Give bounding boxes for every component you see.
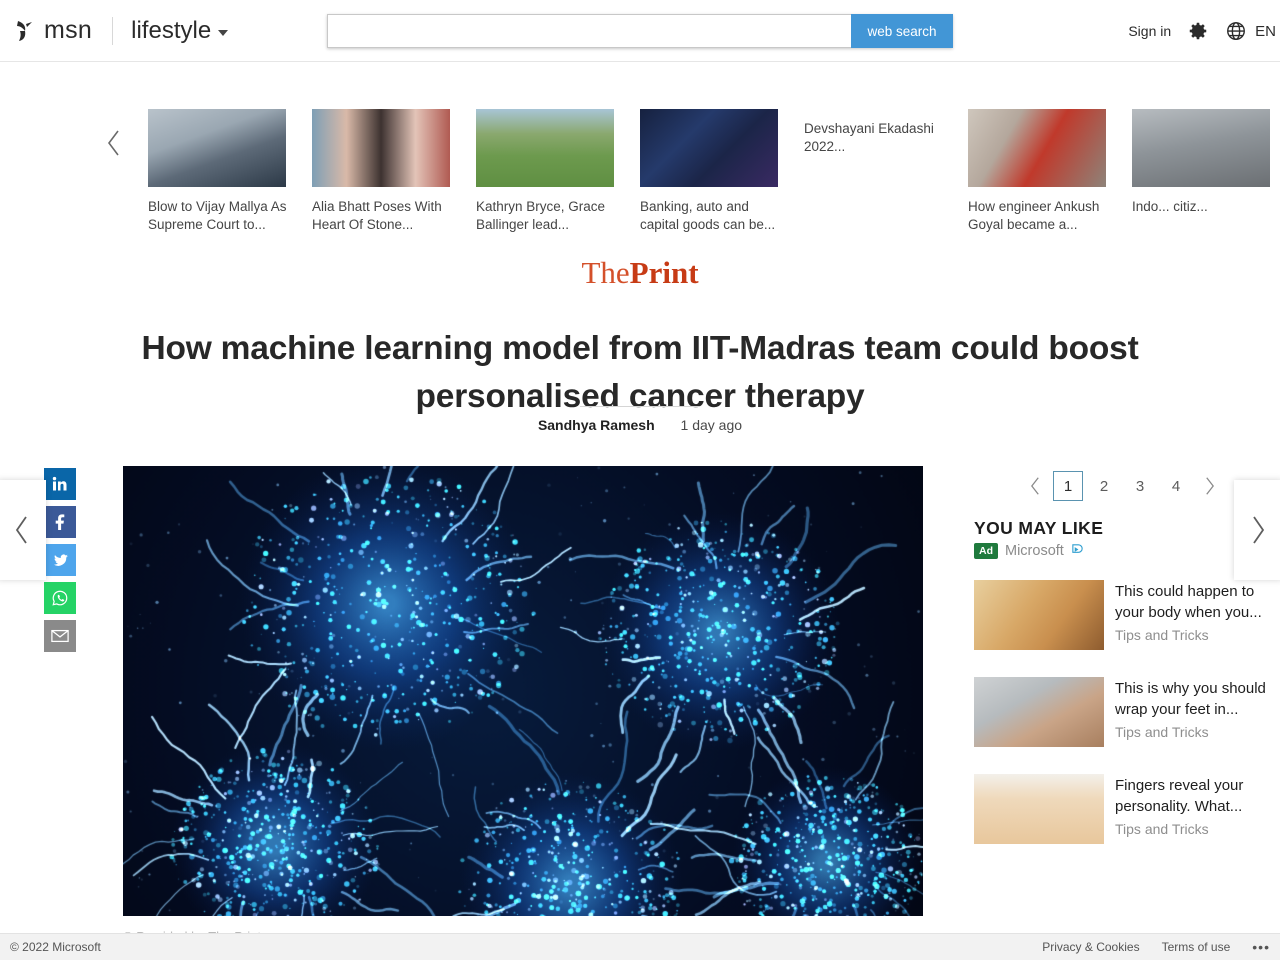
carousel-item-thumbnail [968,109,1106,187]
header-divider [112,16,114,45]
sponsored-ad-text: Fingers reveal your personality. What...… [1115,774,1274,844]
whatsapp-share-button[interactable] [44,582,76,614]
msn-brand[interactable]: msn [12,16,92,45]
sponsored-ad-list: This could happen to your body when you.… [974,580,1274,844]
carousel-item-title: Blow to Vijay Mallya As Supreme Court to… [148,199,287,232]
email-share-button[interactable] [44,620,76,652]
terms-of-use-link[interactable]: Terms of use [1162,940,1231,954]
carousel-item[interactable]: Kathryn Bryce, Grace Ballinger lead... [476,109,618,234]
globe-icon[interactable] [1225,20,1247,42]
carousel-item[interactable]: Blow to Vijay Mallya As Supreme Court to… [148,109,290,234]
vertical-selector[interactable]: lifestyle [131,16,229,45]
pagination-page-3[interactable]: 3 [1125,471,1155,501]
carousel-item-title: Devshayani Ekadashi 2022... [804,121,934,154]
carousel-item-thumbnail [312,109,450,187]
carousel-item-title: How engineer Ankush Goyal became a... [968,199,1100,232]
sponsored-ad-text: This could happen to your body when you.… [1115,580,1274,650]
sponsored-ad-text: This is why you should wrap your feet in… [1115,677,1274,747]
article-timestamp: 1 day ago [680,417,743,433]
footer-links: Privacy & Cookies Terms of use ••• [1042,939,1270,955]
header-actions: Sign in EN [1128,0,1280,62]
pagination-next-button[interactable] [1194,468,1224,504]
carousel-item[interactable]: Banking, auto and capital goods can be..… [640,109,782,234]
msn-butterfly-icon [12,18,38,44]
publisher-name-part2: Print [629,255,699,290]
search-container: web search [327,14,953,48]
sponsored-ad-item[interactable]: Fingers reveal your personality. What...… [974,774,1274,844]
sponsored-ad-headline: This is why you should wrap your feet in… [1115,680,1266,718]
carousel-item-title: Banking, auto and capital goods can be..… [640,199,776,232]
next-article-button[interactable] [1234,480,1280,580]
chevron-down-icon [218,30,229,36]
pagination-prev-button[interactable] [1020,468,1050,504]
more-options-icon[interactable]: ••• [1252,939,1270,955]
carousel-item-thumbnail [1132,109,1270,187]
pagination-page-2[interactable]: 2 [1089,471,1119,501]
cancer-cells-microscopy-image [123,466,923,916]
privacy-cookies-link[interactable]: Privacy & Cookies [1042,940,1139,954]
previous-article-button[interactable] [0,480,46,580]
sponsored-ad-thumbnail [974,580,1104,650]
site-header: msn lifestyle web search Sign in EN [0,0,1280,62]
top-stories-carousel: Blow to Vijay Mallya As Supreme Court to… [0,63,1280,248]
carousel-item-title: Indo... citiz... [1132,199,1208,214]
sponsored-ad-headline: This could happen to your body when you.… [1115,583,1262,621]
carousel-prev-button[interactable] [96,113,132,173]
copyright-text: © 2022 Microsoft [10,940,101,954]
publisher-name-part1: The [581,255,630,290]
sign-in-link[interactable]: Sign in [1128,23,1171,39]
sponsored-ad-source: Tips and Tricks [1115,627,1209,643]
language-label[interactable]: EN [1255,23,1276,40]
sponsored-ad-source: Tips and Tricks [1115,821,1209,837]
web-search-button[interactable]: web search [851,14,953,48]
site-footer: © 2022 Microsoft Privacy & Cookies Terms… [0,933,1280,960]
gear-icon[interactable] [1187,20,1209,42]
ad-badge: Ad [974,543,998,559]
carousel-track: Blow to Vijay Mallya As Supreme Court to… [148,109,1274,234]
sponsored-ad-thumbnail [974,677,1104,747]
ad-source-label: Microsoft [1005,543,1064,559]
carousel-item-title: Kathryn Bryce, Grace Ballinger lead... [476,199,606,232]
carousel-item[interactable]: Devshayani Ekadashi 2022... [804,109,946,234]
carousel-item[interactable]: How engineer Ankush Goyal became a... [968,109,1110,234]
msn-wordmark: msn [44,16,93,44]
pagination: 1234 [1020,468,1224,504]
publisher-logo[interactable]: ThePrint [0,255,1280,291]
carousel-item-thumbnail [640,109,778,187]
pagination-page-1[interactable]: 1 [1053,471,1083,501]
facebook-share-button[interactable] [44,506,76,538]
pagination-page-4[interactable]: 4 [1161,471,1191,501]
sponsored-ad-headline: Fingers reveal your personality. What... [1115,777,1244,815]
byline-divider [580,406,700,407]
carousel-item-thumbnail [148,109,286,187]
sponsored-ad-item[interactable]: This could happen to your body when you.… [974,580,1274,650]
adchoices-icon[interactable] [1071,543,1084,559]
carousel-item-thumbnail [476,109,614,187]
sponsored-ad-thumbnail [974,774,1104,844]
carousel-item[interactable]: Alia Bhatt Poses With Heart Of Stone... [312,109,454,234]
sponsored-ad-source: Tips and Tricks [1115,724,1209,740]
sponsored-ad-item[interactable]: This is why you should wrap your feet in… [974,677,1274,747]
vertical-label: lifestyle [131,16,212,44]
article-hero-image [123,466,923,916]
page-title: How machine learning model from IIT-Madr… [141,330,1139,416]
byline: Sandhya Ramesh 1 day ago [0,417,1280,433]
social-share-rail [44,468,76,652]
carousel-item[interactable]: Indo... citiz... [1132,109,1274,234]
article-author: Sandhya Ramesh [537,417,655,433]
ad-attribution: Ad Microsoft [974,543,1084,559]
linkedin-share-button[interactable] [44,468,76,500]
twitter-share-button[interactable] [44,544,76,576]
you-may-like-heading: YOU MAY LIKE [974,518,1104,538]
carousel-item-title: Alia Bhatt Poses With Heart Of Stone... [312,199,442,232]
search-input[interactable] [327,14,851,48]
